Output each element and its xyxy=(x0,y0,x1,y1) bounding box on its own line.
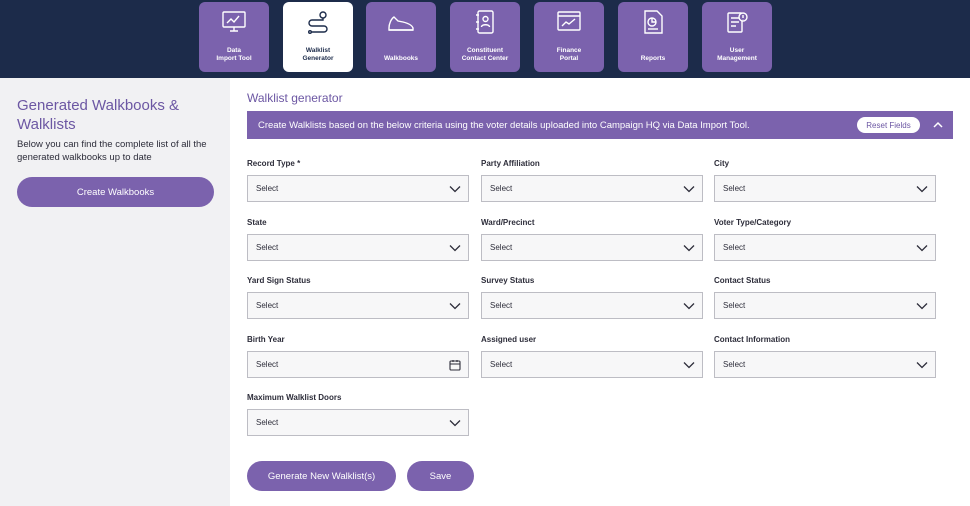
field-label: Maximum Walklist Doors xyxy=(247,393,342,402)
birth-year-date-input[interactable]: Select xyxy=(247,351,469,378)
field-ward-precinct: Ward/Precinct Select xyxy=(481,218,703,261)
yard-sign-status-select[interactable]: Select xyxy=(247,292,469,319)
select-value: Select xyxy=(723,360,746,369)
select-value: Select xyxy=(490,360,513,369)
field-survey-status: Survey Status Select xyxy=(481,276,703,319)
chevron-down-icon xyxy=(683,303,695,310)
select-value: Select xyxy=(723,243,746,252)
field-record-type: Record Type * Select xyxy=(247,159,469,202)
select-value: Select xyxy=(256,418,279,427)
chevron-down-icon xyxy=(683,245,695,252)
nav-tile-label: Constituent Contact Center xyxy=(461,47,509,62)
field-label: Ward/Precinct xyxy=(481,218,535,227)
select-value: Select xyxy=(256,301,279,310)
field-label: Record Type * xyxy=(247,159,301,168)
chevron-down-icon xyxy=(449,186,461,193)
field-birth-year: Birth Year Select xyxy=(247,335,469,378)
chevron-down-icon xyxy=(683,186,695,193)
field-label: City xyxy=(714,159,730,168)
chevron-down-icon xyxy=(916,245,928,252)
chevron-down-icon xyxy=(449,420,461,427)
criteria-banner: Create Walklists based on the below crit… xyxy=(247,111,953,139)
field-label: Yard Sign Status xyxy=(247,276,311,285)
data-import-icon xyxy=(222,11,246,32)
select-value: Select xyxy=(723,301,746,310)
nav-tile-constituent-contact-center[interactable]: Constituent Contact Center xyxy=(450,2,520,72)
contact-book-icon xyxy=(476,10,494,34)
finance-chart-icon xyxy=(557,11,581,31)
chevron-down-icon xyxy=(916,303,928,310)
save-button[interactable]: Save xyxy=(407,461,474,491)
field-label: Survey Status xyxy=(481,276,535,285)
field-assigned-user: Assigned user Select xyxy=(481,335,703,378)
nav-tile-label: Walklist Generator xyxy=(302,47,334,62)
state-select[interactable]: Select xyxy=(247,234,469,261)
select-value: Select xyxy=(723,184,746,193)
nav-tile-walkbooks[interactable]: Walkbooks xyxy=(366,2,436,72)
select-value: Select xyxy=(490,301,513,310)
chevron-down-icon xyxy=(916,186,928,193)
nav-tile-label: Reports xyxy=(640,55,666,62)
select-value: Select xyxy=(256,243,279,252)
party-affiliation-select[interactable]: Select xyxy=(481,175,703,202)
report-icon xyxy=(644,10,663,34)
nav-tile-data-import-tool[interactable]: Data Import Tool xyxy=(199,2,269,72)
field-label: Contact Status xyxy=(714,276,771,285)
field-state: State Select xyxy=(247,218,469,261)
chevron-down-icon xyxy=(683,362,695,369)
select-value: Select xyxy=(490,184,513,193)
field-label: Birth Year xyxy=(247,335,285,344)
field-voter-type-category: Voter Type/Category Select xyxy=(714,218,936,261)
field-label: Party Affiliation xyxy=(481,159,540,168)
chevron-down-icon xyxy=(916,362,928,369)
page-title: Walklist generator xyxy=(247,91,343,105)
contact-information-select[interactable]: Select xyxy=(714,351,936,378)
field-label: Voter Type/Category xyxy=(714,218,792,227)
chevron-up-icon[interactable] xyxy=(932,119,944,131)
ward-precinct-select[interactable]: Select xyxy=(481,234,703,261)
create-walkbooks-button[interactable]: Create Walkbooks xyxy=(17,177,214,207)
nav-tile-user-management[interactable]: User Management xyxy=(702,2,772,72)
field-label: Assigned user xyxy=(481,335,537,344)
field-yard-sign-status: Yard Sign Status Select xyxy=(247,276,469,319)
top-nav-bar: Data Import Tool Walklist Generator Walk… xyxy=(0,0,970,78)
chevron-down-icon xyxy=(449,303,461,310)
select-value: Select xyxy=(490,243,513,252)
contact-status-select[interactable]: Select xyxy=(714,292,936,319)
nav-tile-reports[interactable]: Reports xyxy=(618,2,688,72)
field-label: Contact Information xyxy=(714,335,790,344)
sidebar-description: Below you can find the complete list of … xyxy=(17,139,207,163)
city-select[interactable]: Select xyxy=(714,175,936,202)
banner-text: Create Walklists based on the below crit… xyxy=(258,119,750,131)
voter-type-category-select[interactable]: Select xyxy=(714,234,936,261)
field-label: State xyxy=(247,218,267,227)
calendar-icon[interactable] xyxy=(449,359,461,371)
chevron-down-icon xyxy=(449,245,461,252)
record-type-select[interactable]: Select xyxy=(247,175,469,202)
nav-tile-label: Walkbooks xyxy=(383,55,419,62)
survey-status-select[interactable]: Select xyxy=(481,292,703,319)
select-value: Select xyxy=(256,184,279,193)
nav-tile-label: Data Import Tool xyxy=(216,47,252,62)
walklist-route-icon xyxy=(308,11,328,34)
shoe-icon xyxy=(388,16,414,31)
generate-walklist-button[interactable]: Generate New Walklist(s) xyxy=(247,461,396,491)
nav-tile-label: User Management xyxy=(717,47,757,62)
sidebar-panel: Generated Walkbooks & Walklists Below yo… xyxy=(0,78,230,506)
nav-tile-label: Finance Portal xyxy=(556,47,582,62)
field-city: City Select xyxy=(714,159,936,202)
nav-tile-finance-portal[interactable]: Finance Portal xyxy=(534,2,604,72)
assigned-user-select[interactable]: Select xyxy=(481,351,703,378)
user-management-icon xyxy=(727,12,748,33)
select-value: Select xyxy=(256,360,279,369)
field-maximum-walklist-doors: Maximum Walklist Doors Select xyxy=(247,393,469,436)
maximum-walklist-doors-select[interactable]: Select xyxy=(247,409,469,436)
field-party-affiliation: Party Affiliation Select xyxy=(481,159,703,202)
reset-fields-button[interactable]: Reset Fields xyxy=(857,117,920,133)
nav-tile-walklist-generator[interactable]: Walklist Generator xyxy=(283,2,353,72)
field-contact-status: Contact Status Select xyxy=(714,276,936,319)
field-contact-information: Contact Information Select xyxy=(714,335,936,378)
sidebar-title: Generated Walkbooks & Walklists xyxy=(17,97,180,133)
